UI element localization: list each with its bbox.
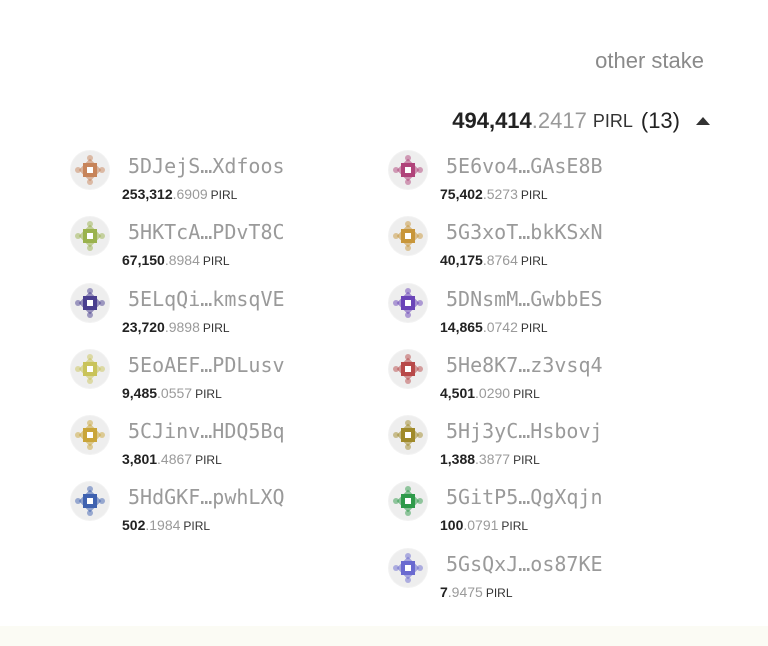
total-unit: PIRL — [592, 110, 633, 131]
identicon-icon — [388, 283, 428, 323]
stake-decimal: .0791 — [463, 517, 499, 533]
nominator-item[interactable]: 5HKTcA…PDvT8C 67,150.8984 PIRL — [70, 216, 370, 276]
stake-unit: PIRL — [520, 188, 548, 202]
nominator-stake: 7.9475 PIRL — [440, 584, 513, 600]
identicon-icon — [388, 349, 428, 389]
stake-integer: 1,388 — [440, 451, 476, 467]
other-stake-header: other stake — [595, 48, 704, 73]
nominator-stake: 253,312.6909 PIRL — [122, 186, 237, 202]
nominator-item[interactable]: 5HdGKF…pwhLXQ 502.1984 PIRL — [70, 481, 370, 541]
collapse-toggle-icon[interactable] — [696, 117, 710, 125]
stake-decimal: .9475 — [447, 584, 483, 600]
nominator-address[interactable]: 5G3xoT…bkKSxN — [446, 220, 603, 244]
identicon-icon — [388, 415, 428, 455]
stake-decimal: .8764 — [482, 252, 518, 268]
nominator-stake: 1,388.3877 PIRL — [440, 451, 540, 467]
nominator-stake: 9,485.0557 PIRL — [122, 385, 222, 401]
nominator-item[interactable]: 5ELqQi…kmsqVE 23,720.9898 PIRL — [70, 283, 370, 343]
stake-integer: 4,501 — [440, 385, 476, 401]
nominator-stake: 75,402.5273 PIRL — [440, 186, 548, 202]
nominator-stake: 502.1984 PIRL — [122, 517, 210, 533]
nominator-address[interactable]: 5GitP5…QgXqjn — [446, 485, 603, 509]
nominator-stake: 23,720.9898 PIRL — [122, 319, 230, 335]
identicon-icon — [70, 283, 110, 323]
stake-unit: PIRL — [501, 519, 529, 533]
stake-unit: PIRL — [520, 321, 548, 335]
nominator-stake: 14,865.0742 PIRL — [440, 319, 548, 335]
nominator-stake: 4,501.0290 PIRL — [440, 385, 540, 401]
nominator-address[interactable]: 5DNsmM…GwbbES — [446, 287, 603, 311]
stake-decimal: .0290 — [475, 385, 511, 401]
stake-unit: PIRL — [202, 321, 230, 335]
identicon-icon — [70, 349, 110, 389]
nominator-item[interactable]: 5DJejS…Xdfoos 253,312.6909 PIRL — [70, 150, 370, 210]
nominator-count: (13) — [640, 108, 680, 133]
stake-decimal: .1984 — [145, 517, 181, 533]
stake-integer: 40,175 — [440, 252, 483, 268]
stake-unit: PIRL — [210, 188, 238, 202]
nominator-address[interactable]: 5EoAEF…PDLusv — [128, 353, 285, 377]
total-amount-integer: 494,414 — [452, 108, 532, 133]
stake-unit: PIRL — [513, 387, 540, 401]
stake-integer: 14,865 — [440, 319, 483, 335]
stake-integer: 67,150 — [122, 252, 165, 268]
nominator-stake: 67,150.8984 PIRL — [122, 252, 230, 268]
nominator-item[interactable]: 5He8K7…z3vsq4 4,501.0290 PIRL — [388, 349, 688, 409]
stake-decimal: .0557 — [157, 385, 193, 401]
nominator-address[interactable]: 5ELqQi…kmsqVE — [128, 287, 285, 311]
total-amount-decimal: .2417 — [531, 108, 587, 133]
stake-unit: PIRL — [520, 254, 548, 268]
stake-unit: PIRL — [183, 519, 211, 533]
stake-decimal: .5273 — [482, 186, 518, 202]
identicon-icon — [70, 150, 110, 190]
nominator-item[interactable]: 5GitP5…QgXqjn 100.0791 PIRL — [388, 481, 688, 541]
stake-decimal: .9898 — [164, 319, 200, 335]
stake-decimal: .0742 — [482, 319, 518, 335]
nominator-address[interactable]: 5Hj3yC…Hsbovj — [446, 419, 603, 443]
stake-integer: 23,720 — [122, 319, 165, 335]
identicon-icon — [388, 548, 428, 588]
stake-unit: PIRL — [513, 453, 540, 467]
stake-unit: PIRL — [195, 387, 222, 401]
stake-decimal: .6909 — [172, 186, 208, 202]
nominator-item[interactable]: 5Hj3yC…Hsbovj 1,388.3877 PIRL — [388, 415, 688, 475]
nominator-address[interactable]: 5DJejS…Xdfoos — [128, 154, 285, 178]
nominator-stake: 100.0791 PIRL — [440, 517, 528, 533]
identicon-icon — [70, 216, 110, 256]
stake-integer: 7 — [440, 584, 448, 600]
stake-integer: 75,402 — [440, 186, 483, 202]
nominator-stake: 3,801.4867 PIRL — [122, 451, 222, 467]
identicon-icon — [70, 481, 110, 521]
nominator-item[interactable]: 5G3xoT…bkKSxN 40,175.8764 PIRL — [388, 216, 688, 276]
stake-decimal: .8984 — [164, 252, 200, 268]
stake-unit: PIRL — [202, 254, 230, 268]
nominator-address[interactable]: 5CJinv…HDQ5Bq — [128, 419, 285, 443]
nominator-item[interactable]: 5E6vo4…GAsE8B 75,402.5273 PIRL — [388, 150, 688, 210]
nominator-address[interactable]: 5HKTcA…PDvT8C — [128, 220, 285, 244]
stake-decimal: .3877 — [475, 451, 511, 467]
stake-unit: PIRL — [195, 453, 222, 467]
stake-decimal: .4867 — [157, 451, 193, 467]
nominator-item[interactable]: 5GsQxJ…os87KE 7.9475 PIRL — [388, 548, 688, 608]
identicon-icon — [388, 216, 428, 256]
nominator-stake: 40,175.8764 PIRL — [440, 252, 548, 268]
identicon-icon — [70, 415, 110, 455]
nominator-address[interactable]: 5HdGKF…pwhLXQ — [128, 485, 285, 509]
nominator-item[interactable]: 5CJinv…HDQ5Bq 3,801.4867 PIRL — [70, 415, 370, 475]
nominator-address[interactable]: 5GsQxJ…os87KE — [446, 552, 603, 576]
stake-unit: PIRL — [485, 586, 513, 600]
stake-integer: 9,485 — [122, 385, 158, 401]
stake-integer: 502 — [122, 517, 146, 533]
nominator-item[interactable]: 5DNsmM…GwbbES 14,865.0742 PIRL — [388, 283, 688, 343]
total-other-stake: 494,414.2417 PIRL (13) — [452, 106, 710, 136]
nominator-item[interactable]: 5EoAEF…PDLusv 9,485.0557 PIRL — [70, 349, 370, 409]
nominator-address[interactable]: 5E6vo4…GAsE8B — [446, 154, 603, 178]
footer-band — [0, 626, 768, 646]
identicon-icon — [388, 150, 428, 190]
stake-integer: 3,801 — [122, 451, 158, 467]
stake-integer: 100 — [440, 517, 464, 533]
identicon-icon — [388, 481, 428, 521]
stake-integer: 253,312 — [122, 186, 173, 202]
nominator-address[interactable]: 5He8K7…z3vsq4 — [446, 353, 603, 377]
